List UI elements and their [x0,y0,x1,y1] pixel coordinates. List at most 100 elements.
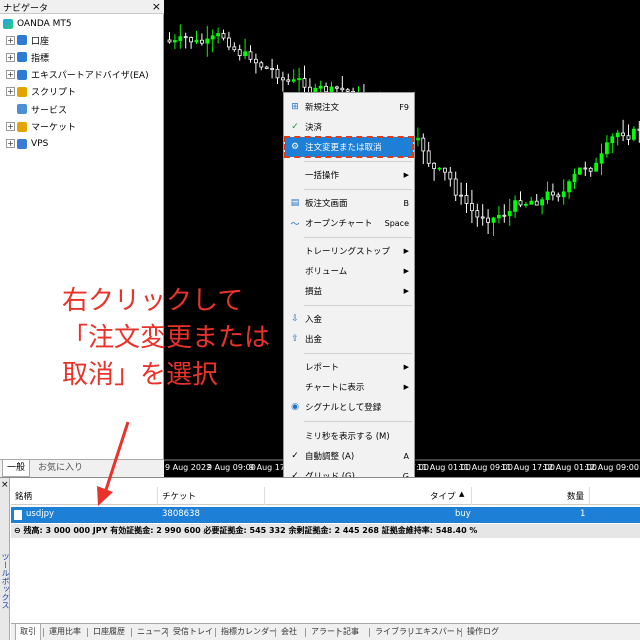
candle-body [221,33,226,39]
toolbox-tab[interactable]: 運用比率 [45,624,85,640]
candle-body [502,214,507,217]
menu-separator [304,189,412,190]
candle-body [415,137,420,141]
candle-body [254,58,258,64]
menu-item-label: トレーリングストップ [305,247,391,257]
menu-separator [304,237,412,238]
toolbox-sidebar: × ツールボックス [0,478,10,640]
candle-body [567,181,572,193]
toolbox-tab[interactable]: 口座履歴 [89,624,129,640]
menu-item[interactable]: ボリューム ▶ [285,261,413,281]
tab-divider [369,628,370,637]
candle-body [237,49,242,56]
annotation-line: 取消」を選択 [62,360,219,390]
candle-body [469,203,474,212]
candle-body [594,162,599,172]
tree-item-label: スクリプト [31,88,77,99]
menu-item[interactable]: ✓ 決済 [285,117,413,137]
expand-icon[interactable]: + [6,122,15,131]
candle-body [486,217,491,223]
column-divider [157,487,158,505]
menu-item[interactable]: ミリ秒を表示する (M) [285,426,413,446]
header-symbol[interactable]: 銘柄 [15,490,32,502]
table-row[interactable]: usdjpy 3808638 buy 1 [11,507,640,523]
expand-icon[interactable] [6,105,15,114]
candle-body [437,167,442,170]
menu-item-shortcut: B [403,198,410,208]
candle-body [297,78,302,81]
close-icon[interactable]: × [152,0,161,13]
candle-body [556,194,561,198]
tree-item[interactable]: + エキスパートアドバイザ(EA) [6,67,166,83]
navigator-title: ナビゲータ [3,4,49,14]
tree-item-label: エキスパートアドバイザ(EA) [31,71,149,82]
toolbox-tab[interactable]: 受信トレイ [169,624,217,640]
toolbox-tab[interactable]: エキスパート [411,624,467,640]
candle-body [194,39,199,43]
toolbox-tabs: 取引 運用比率 口座履歴 ニュース 受信トレイ 指標カレンダー 会社 アラート 記事 ライブラリエ… [11,623,640,640]
position-icon [14,510,22,520]
tree-item[interactable]: サービス [6,101,166,117]
header-volume[interactable]: 数量 [567,490,584,502]
tab-favorites[interactable]: お気に入り [34,460,87,477]
candle-body [529,200,534,205]
account-summary: ⊖ 残高: 3 000 000 JPY 有効証拠金: 2 990 600 必要証… [11,524,640,538]
tab-divider [305,628,306,637]
tab-general[interactable]: 一般 [2,460,31,477]
menu-item[interactable]: ✓ 自動調整 (A) A [285,446,413,466]
menu-item[interactable]: ▤ 板注文画面 B [285,193,413,213]
menu-item-label: 新規注文 [305,103,340,113]
header-ticket[interactable]: チケット [162,490,196,502]
menu-item[interactable]: 一括操作 ▶ [285,165,413,185]
tree-item-label: マーケット [31,123,77,133]
expand-icon[interactable]: + [6,52,15,62]
candle-body [615,132,620,138]
submenu-arrow-icon: ▶ [403,383,409,391]
candle-body [189,37,194,43]
menu-item[interactable]: ◉ シグナルとして登録 [285,397,413,417]
tab-divider [215,628,216,637]
toolbox-tab[interactable]: 会社 [277,624,301,640]
submenu-arrow-icon: ▶ [403,171,409,179]
tab-divider [87,628,88,637]
tree-root[interactable]: OANDA MT5 [3,16,163,32]
menu-item-label: 板注文画面 [305,199,348,209]
sort-up-icon: ▲ [459,490,465,498]
submenu-arrow-icon: ▶ [403,287,409,295]
tree-item-label: 口座 [31,36,50,47]
navigator-titlebar: ナビゲータ × [0,0,164,14]
menu-item[interactable]: トレーリングストップ ▶ [285,241,413,261]
candle-body [507,210,512,217]
candle-body [178,36,183,41]
tree-item[interactable]: + 口座 [6,32,166,48]
tree-item[interactable]: + スクリプト [6,84,166,100]
tree-item[interactable]: + 指標 [6,49,166,65]
toolbox-tab[interactable]: 操作ログ [463,624,503,640]
tree-item[interactable]: + マーケット [6,119,166,135]
candle-body [599,153,604,164]
close-icon[interactable]: × [1,480,9,490]
expand-icon[interactable]: + [6,139,15,149]
toolbox-tab[interactable]: 取引 [15,624,41,640]
candle-body [232,46,237,51]
candle-body [264,66,269,69]
menu-item-label: 自動調整 (A) [305,452,355,462]
toolbox-tab[interactable]: 指標カレンダー [217,624,281,640]
candle-body [583,167,588,170]
menu-item-label: 一括操作 [305,171,340,181]
candle-body [270,68,274,70]
expand-icon[interactable]: + [6,70,15,80]
row-symbol: usdjpy [26,509,54,519]
menu-item[interactable]: ⊞ 新規注文 F9 [285,97,413,117]
menu-item[interactable]: 〜オープンチャート Space [285,213,413,233]
menu-item[interactable]: ⚙ 注文変更または取消 [284,136,414,158]
candle-body [631,128,636,140]
candle-body [205,38,210,44]
expand-icon[interactable]: + [6,35,15,45]
candle-body [475,210,480,218]
toolbox-tab[interactable]: 記事 [339,624,363,640]
tree-item[interactable]: + VPS [6,136,166,152]
header-type[interactable]: タイプ [430,490,456,502]
tab-divider [461,628,462,637]
expand-icon[interactable]: + [6,87,15,97]
